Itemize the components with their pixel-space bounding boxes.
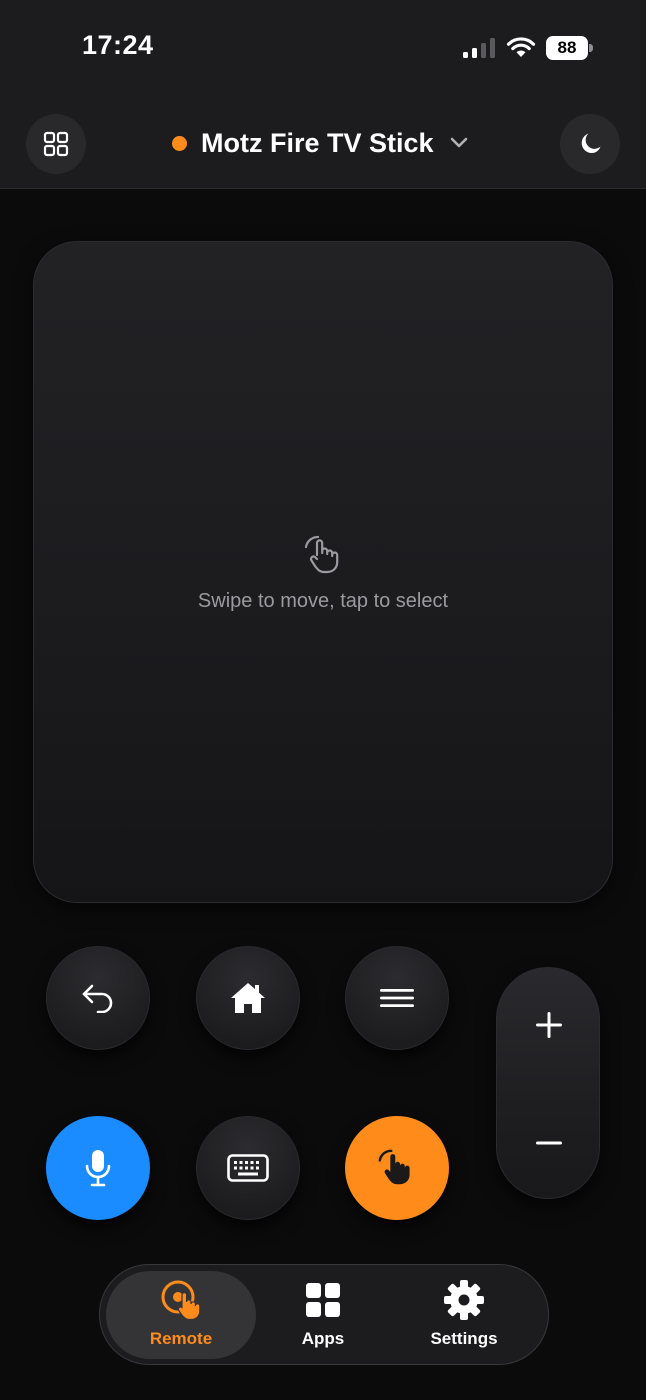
cellular-signal-icon — [463, 38, 495, 58]
microphone-icon — [85, 1150, 111, 1187]
touchpad-hint: Swipe to move, tap to select — [197, 590, 449, 612]
gear-icon — [444, 1280, 484, 1320]
apps-icon — [306, 1283, 340, 1317]
remote-icon — [161, 1280, 201, 1321]
device-name: Motz Fire TV Stick — [201, 127, 434, 158]
moon-icon — [581, 133, 601, 154]
volume-rocker — [496, 967, 600, 1199]
home-button[interactable] — [196, 946, 300, 1050]
back-icon — [82, 984, 113, 1013]
dark-mode-button[interactable] — [560, 114, 620, 174]
battery-icon: 88 — [546, 36, 594, 60]
device-selector[interactable]: Motz Fire TV Stick — [172, 124, 468, 162]
tab-bar: Remote Apps Settings — [99, 1264, 549, 1365]
plus-icon — [536, 1012, 562, 1038]
battery-level: 88 — [546, 36, 588, 60]
status-bar: 17:24 88 — [0, 0, 646, 96]
tab-apps[interactable]: Apps — [248, 1271, 398, 1359]
menu-button[interactable] — [345, 946, 449, 1050]
grid-icon — [43, 131, 69, 157]
tap-gesture-icon — [304, 535, 339, 574]
touchpad[interactable]: Swipe to move, tap to select — [33, 241, 613, 903]
connection-status-dot — [172, 135, 187, 151]
tap-select-button[interactable] — [345, 1116, 449, 1220]
volume-down-button[interactable] — [524, 1118, 574, 1168]
menu-icon — [380, 989, 414, 1007]
keyboard-button[interactable] — [196, 1116, 300, 1220]
minus-icon — [536, 1141, 562, 1145]
keyboard-icon — [227, 1154, 269, 1182]
back-button[interactable] — [46, 946, 150, 1050]
status-time: 17:24 — [82, 30, 154, 60]
home-icon — [231, 983, 265, 1013]
wifi-icon — [506, 37, 536, 57]
chevron-down-icon — [450, 137, 467, 148]
microphone-button[interactable] — [46, 1116, 150, 1220]
tab-settings[interactable]: Settings — [389, 1271, 539, 1359]
tab-label: Remote — [149, 1329, 213, 1348]
tab-label: Settings — [430, 1329, 498, 1348]
grid-button[interactable] — [26, 114, 86, 174]
tab-label: Apps — [301, 1329, 345, 1348]
volume-up-button[interactable] — [524, 1000, 574, 1050]
tap-gesture-icon — [378, 1149, 410, 1185]
tab-remote[interactable]: Remote — [106, 1271, 256, 1359]
header: Motz Fire TV Stick — [0, 96, 646, 189]
